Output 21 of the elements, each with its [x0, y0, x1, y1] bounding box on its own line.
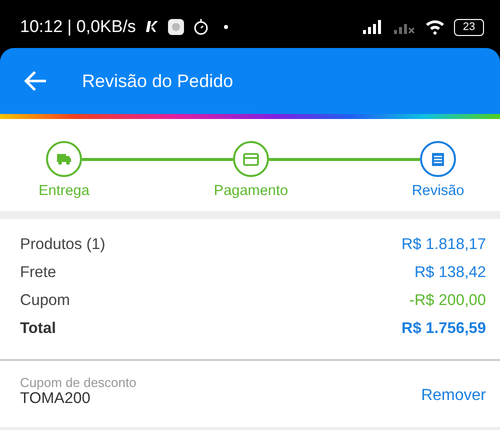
summary-value: -R$ 200,00	[409, 292, 486, 310]
summary-value: R$ 1.756,59	[402, 320, 486, 338]
summary-label: Frete	[20, 264, 56, 282]
remove-link[interactable]: Remover	[421, 387, 486, 405]
summary-label: Total	[20, 320, 56, 338]
step-label: Pagamento	[214, 183, 288, 199]
status-time: 10:12 | 0,0KB/s	[20, 17, 136, 37]
notification-dot-icon	[224, 25, 228, 29]
coupon-code: TOMA200	[20, 390, 92, 408]
step-label: Revisão	[412, 183, 464, 199]
summary-value: R$ 138,42	[414, 264, 486, 282]
summary-label: Cupom	[20, 292, 70, 310]
battery-icon: 23	[454, 18, 484, 36]
summary-label: Produtos (1)	[20, 236, 106, 254]
step-label: Entrega	[38, 183, 90, 199]
page-title: Revisão do Pedido	[82, 70, 234, 92]
wifi-icon	[425, 19, 445, 35]
coupon-label: Cupom de desconto	[20, 374, 136, 390]
summary-value: R$ 1.818,17	[402, 236, 486, 254]
timer-icon	[192, 18, 209, 36]
back-arrow-icon[interactable]	[24, 70, 48, 92]
